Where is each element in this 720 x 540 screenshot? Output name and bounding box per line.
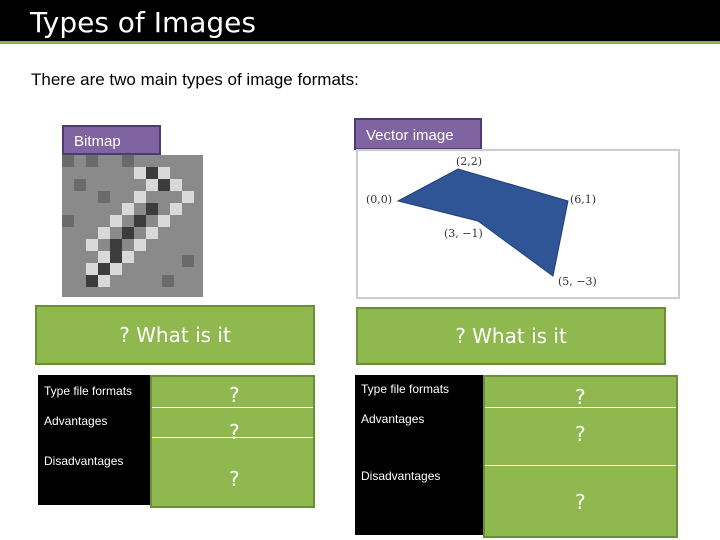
bitmap-answers: ? ? ? [150,375,315,508]
vector-polygon-figure: (2,2) (0,0) (6,1) (3, −1) (5, −3) [356,149,680,299]
bitmap-properties-labels: Type file formats Advantages Disadvantag… [38,375,150,505]
vector-polygon [396,168,569,277]
bitmap-row-disadvantages: Disadvantages [44,454,124,468]
bitmap-answer-advantages: ? [229,420,240,444]
row-divider [152,407,313,408]
vector-row-disadvantages: Disadvantages [361,469,441,483]
bitmap-label: Bitmap [62,125,161,155]
point-label-2-2: (2,2) [456,155,482,168]
bitmap-answer-file-formats: ? [229,383,240,407]
bitmap-row-file-formats: Type file formats [44,384,133,398]
point-label-3-neg1: (3, −1) [444,227,483,240]
vector-row-advantages: Advantages [361,412,425,426]
vector-answer-disadvantages: ? [575,490,586,514]
vector-answer-advantages: ? [575,422,586,446]
bitmap-row-advantages: Advantages [44,414,108,428]
vector-answers: ? ? ? [483,375,678,538]
bitmap-answer-disadvantages: ? [229,467,240,491]
row-divider [485,465,676,466]
vector-what-is-it-box: ? What is it [356,307,666,365]
intro-text: There are two main types of image format… [31,70,359,89]
point-label-6-1: (6,1) [570,193,596,206]
vector-properties-labels: Type file formats Advantages Disadvantag… [355,375,483,535]
slide-title: Types of Images [30,6,256,39]
vector-answer-file-formats: ? [575,385,586,409]
vector-row-file-formats: Type file formats [361,382,450,396]
bitmap-pixel-image [62,155,203,297]
bitmap-pixel-art [62,155,203,297]
vector-polygon-svg: (2,2) (0,0) (6,1) (3, −1) (5, −3) [366,155,597,288]
bitmap-what-is-it-box: ? What is it [35,305,315,365]
point-label-5-neg3: (5, −3) [558,275,597,288]
vector-label: Vector image [354,118,482,150]
point-label-0-0: (0,0) [366,193,392,206]
